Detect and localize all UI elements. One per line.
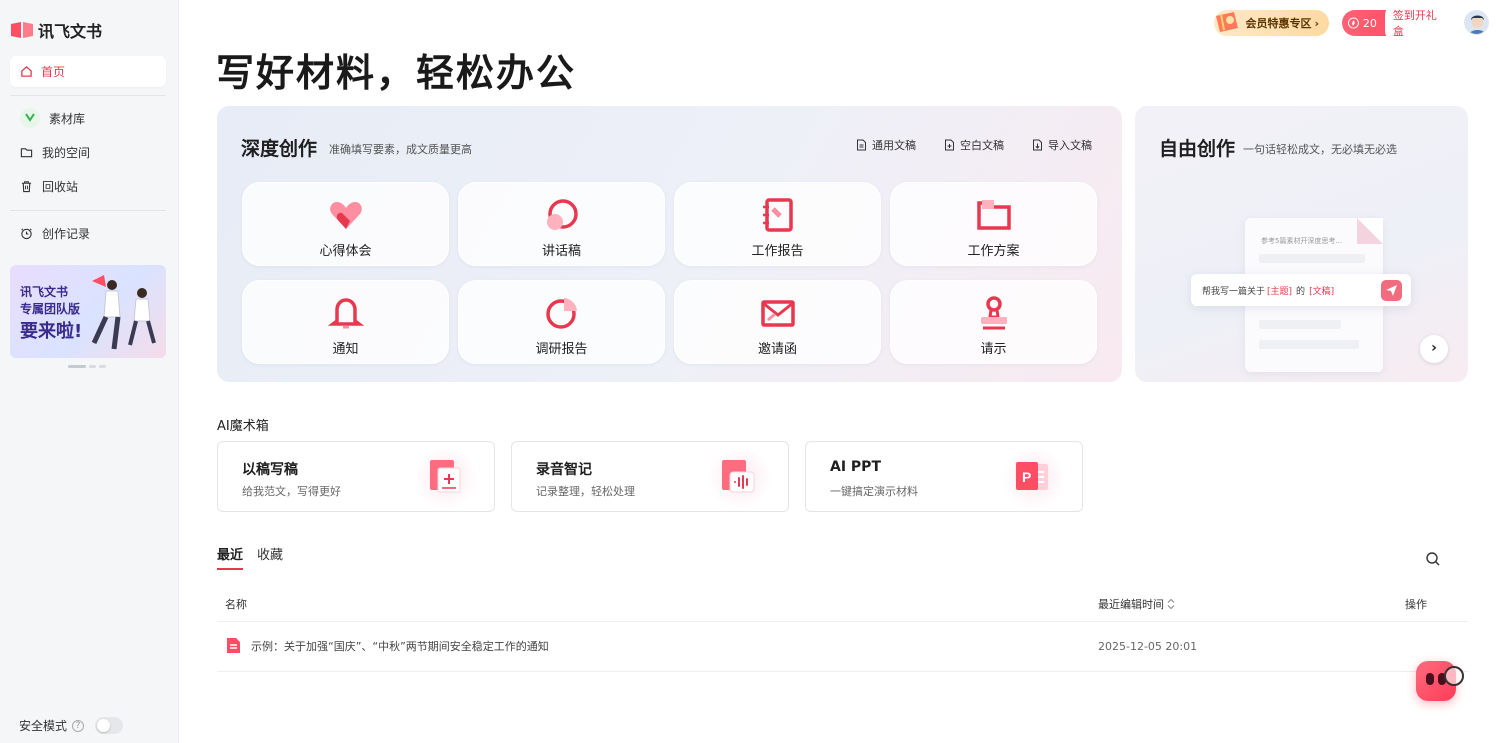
brand-logo[interactable]: 讯飞文书 bbox=[10, 18, 102, 42]
sidebar: 讯飞文书 首页 素材库 我的空间 回收站 创作记录 讯飞文书 专属团队版 要来啦… bbox=[0, 0, 179, 743]
safe-mode-label: 安全模式 bbox=[19, 719, 68, 733]
safe-mode-toggle[interactable] bbox=[95, 717, 124, 734]
general-doc-button[interactable]: 通用文稿 bbox=[856, 137, 916, 153]
add-document-icon bbox=[945, 139, 954, 151]
deep-creation-panel: 深度创作 准确填写要素，成文质量更高 通用文稿 空白文稿 导入文稿 心得体会 讲… bbox=[217, 106, 1122, 382]
deep-creation-subtitle: 准确填写要素，成文质量更高 bbox=[329, 143, 472, 156]
assistant-ring-icon bbox=[1444, 666, 1464, 686]
table-row[interactable]: 示例：关于加强“国庆”、“中秋”两节期间安全稳定工作的通知 bbox=[226, 637, 549, 654]
user-avatar[interactable] bbox=[1464, 10, 1489, 35]
document-icon bbox=[857, 139, 866, 151]
ai-card-audio-notes[interactable]: 录音智记 记录整理，轻松处理 bbox=[511, 441, 789, 512]
pie-chart-icon bbox=[545, 298, 577, 329]
help-question-icon[interactable]: ? bbox=[72, 719, 85, 732]
ai-card-ai-ppt[interactable]: AI PPT 一键搞定演示材料 P bbox=[805, 441, 1083, 512]
home-icon bbox=[21, 65, 32, 77]
ai-box-label: AI魔术箱 bbox=[217, 419, 269, 434]
stamp-icon bbox=[980, 296, 1007, 330]
column-header-ops: 操作 bbox=[1405, 598, 1427, 611]
vip-gift-icon bbox=[1216, 12, 1238, 32]
document-plus-icon bbox=[410, 450, 482, 506]
sidebar-item-history[interactable]: 创作记录 bbox=[10, 219, 166, 247]
audio-wave-icon bbox=[704, 450, 776, 506]
free-creation-subtitle: 一句话轻松成文，无必填无必选 bbox=[1243, 143, 1397, 156]
page-headline: 写好材料，轻松办公 bbox=[216, 51, 577, 95]
row-edit-time: 2025-12-05 20:01 bbox=[1098, 640, 1198, 653]
chevron-right-icon: › bbox=[1314, 16, 1319, 30]
template-tile-speech[interactable]: 讲话稿 bbox=[458, 182, 665, 266]
free-creation-next-button[interactable]: › bbox=[1420, 335, 1448, 363]
heart-icon bbox=[329, 202, 362, 229]
table-header-divider bbox=[217, 621, 1468, 622]
sidebar-item-label: 创作记录 bbox=[42, 226, 91, 241]
import-doc-button[interactable]: 导入文稿 bbox=[1032, 137, 1092, 153]
banner-people-illustration bbox=[91, 275, 156, 350]
sidebar-item-label: 回收站 bbox=[42, 179, 79, 194]
tab-recent[interactable]: 最近 bbox=[217, 544, 244, 570]
blank-doc-button[interactable]: 空白文稿 bbox=[944, 137, 1004, 153]
material-library-icon bbox=[20, 108, 40, 128]
notebook-icon bbox=[762, 198, 793, 232]
template-tile-work-plan[interactable]: 工作方案 bbox=[890, 182, 1097, 266]
column-header-time[interactable]: 最近编辑时间 bbox=[1098, 596, 1175, 612]
free-creation-panel[interactable]: 自由创作 一句话轻松成文，无必填无必选 参考5篇素材开深度思考... 帮我写一篇… bbox=[1135, 106, 1468, 382]
send-icon bbox=[1381, 280, 1402, 301]
brand-name: 讯飞文书 bbox=[38, 22, 103, 41]
sidebar-divider bbox=[10, 95, 166, 96]
banner-line3: 要来啦! bbox=[20, 321, 83, 342]
import-document-icon bbox=[1033, 139, 1042, 151]
envelope-icon bbox=[760, 300, 795, 327]
logo-book-icon bbox=[10, 21, 34, 39]
trash-icon bbox=[21, 180, 32, 192]
template-tile-research-report[interactable]: 调研报告 bbox=[458, 280, 665, 364]
prompt-example-box: 帮我写一篇关于 [主题] 的 [文稿] bbox=[1191, 274, 1411, 306]
deep-creation-actions: 通用文稿 空白文稿 导入文稿 bbox=[856, 137, 1092, 153]
sidebar-item-label: 首页 bbox=[41, 65, 66, 79]
banner-carousel-dots[interactable] bbox=[68, 365, 106, 368]
safe-mode-control: 安全模式 ? bbox=[19, 717, 124, 734]
vip-offer-button[interactable]: 会员特惠专区 › bbox=[1214, 10, 1329, 36]
checkin-gift-button[interactable]: 20 签到开礼盒 bbox=[1342, 5, 1451, 41]
sort-icon bbox=[1167, 598, 1175, 610]
sidebar-item-label: 素材库 bbox=[49, 111, 86, 126]
sidebar-item-my-space[interactable]: 我的空间 bbox=[10, 138, 166, 166]
sidebar-divider bbox=[10, 210, 166, 211]
ppt-icon: P bbox=[998, 450, 1070, 506]
table-row-divider bbox=[217, 671, 1468, 672]
search-icon[interactable] bbox=[1425, 551, 1441, 567]
sidebar-item-trash[interactable]: 回收站 bbox=[10, 172, 166, 200]
list-tabs: 最近 收藏 bbox=[217, 544, 283, 570]
deep-creation-title: 深度创作 bbox=[241, 138, 318, 160]
bell-icon bbox=[327, 298, 364, 329]
svg-text:P: P bbox=[1022, 469, 1031, 485]
row-document-name: 示例：关于加强“国庆”、“中秋”两节期间安全稳定工作的通知 bbox=[251, 639, 549, 653]
speech-bubble-icon bbox=[546, 199, 578, 230]
team-edition-banner[interactable]: 讯飞文书 专属团队版 要来啦! bbox=[10, 265, 166, 358]
clock-icon bbox=[21, 227, 32, 239]
document-file-icon bbox=[227, 638, 240, 653]
template-tile-invitation[interactable]: 邀请函 bbox=[674, 280, 881, 364]
folder-icon bbox=[20, 147, 33, 157]
vip-offer-label: 会员特惠专区 bbox=[1245, 17, 1312, 30]
checkin-gift-label: 签到开礼盒 bbox=[1384, 5, 1451, 41]
ai-card-draft-from-sample[interactable]: 以稿写稿 给我范文，写得更好 bbox=[217, 441, 495, 512]
banner-line2: 专属团队版 bbox=[20, 302, 81, 316]
template-tile-notice[interactable]: 通知 bbox=[242, 280, 449, 364]
template-tile-reflection[interactable]: 心得体会 bbox=[242, 182, 449, 266]
fire-icon bbox=[1348, 17, 1359, 29]
sidebar-item-home[interactable]: 首页 bbox=[10, 56, 166, 87]
template-tile-work-report[interactable]: 工作报告 bbox=[674, 182, 881, 266]
checkin-points: 20 bbox=[1362, 16, 1377, 30]
column-header-name: 名称 bbox=[225, 598, 247, 611]
folder-plan-icon bbox=[976, 200, 1011, 230]
banner-line1: 讯飞文书 bbox=[20, 285, 69, 299]
free-creation-title: 自由创作 bbox=[1159, 138, 1236, 160]
template-tile-request[interactable]: 请示 bbox=[890, 280, 1097, 364]
tab-favorites[interactable]: 收藏 bbox=[257, 544, 283, 570]
sidebar-item-materials[interactable]: 素材库 bbox=[10, 104, 166, 132]
sidebar-item-label: 我的空间 bbox=[42, 145, 91, 160]
